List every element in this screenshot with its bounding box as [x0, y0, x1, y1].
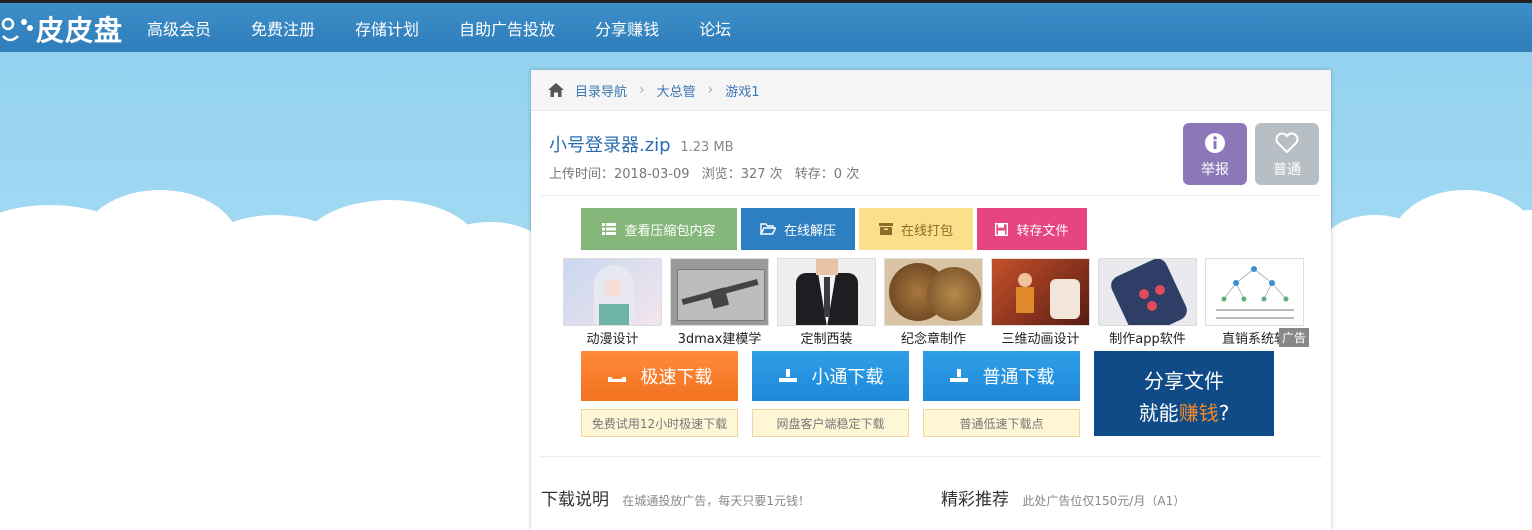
ad-item[interactable]: 纪念章制作: [880, 258, 987, 347]
fast-download-button[interactable]: 极速下载: [581, 351, 738, 401]
tool-label: 在线解压: [783, 223, 836, 239]
share-earn-banner[interactable]: 分享文件 就能赚钱?: [1094, 351, 1274, 436]
download-tray-icon: [607, 377, 626, 382]
normal-button[interactable]: 普通: [1255, 123, 1319, 185]
online-extract-button[interactable]: 在线解压: [741, 208, 855, 250]
client-download-button[interactable]: 小通下载: [752, 351, 909, 401]
ad-badge: 广告: [1279, 328, 1310, 347]
save-file-button[interactable]: 转存文件: [977, 208, 1087, 250]
fast-download: 极速下载 免费试用12小时极速下载: [581, 351, 738, 437]
tool-label: 查看压缩包内容: [624, 223, 716, 239]
ad-caption: 3dmax建模学: [677, 332, 762, 347]
download-notes-section: 下载说明 在城通投放广告，每天只要1元钱！: [541, 485, 810, 510]
download-note: 普通低速下载点: [923, 409, 1080, 437]
share-line1: 分享文件: [1144, 369, 1224, 393]
nav-storage-plan[interactable]: 存储计划: [355, 16, 419, 40]
ad-caption: 三维动画设计: [1001, 332, 1080, 347]
section-title: 下载说明: [541, 490, 609, 510]
tool-label: 转存文件: [1016, 223, 1069, 239]
breadcrumb-item[interactable]: 大总管: [657, 81, 696, 100]
view-archive-button[interactable]: 查看压缩包内容: [581, 208, 737, 250]
breadcrumb-item[interactable]: 目录导航: [575, 81, 627, 100]
tool-label: 在线打包: [900, 223, 953, 239]
upload-time: 上传时间：2018-03-09: [549, 167, 690, 182]
download-tray-icon: [949, 369, 968, 382]
breadcrumb-separator: ›: [707, 82, 714, 98]
heart-icon: [1275, 132, 1299, 154]
ad-caption: 纪念章制作: [900, 332, 966, 347]
ad-caption: 动漫设计: [586, 332, 639, 347]
online-pack-button[interactable]: 在线打包: [859, 208, 973, 250]
client-download: 小通下载 网盘客户端稳定下载: [752, 351, 909, 437]
download-label: 极速下载: [640, 367, 713, 388]
ad-item[interactable]: 制作app软件: [1094, 258, 1201, 347]
breadcrumb-separator: ›: [639, 82, 645, 98]
download-label: 普通下载: [982, 367, 1055, 388]
download-buttons: 极速下载 免费试用12小时极速下载 小通下载 网盘客户端稳定下载 普通下载 普通…: [581, 351, 1094, 437]
nav-register[interactable]: 免费注册: [251, 16, 315, 40]
save-count: 转存：0 次: [794, 167, 860, 182]
folder-open-icon: [759, 223, 776, 235]
breadcrumb-item[interactable]: 游戏1: [725, 81, 759, 100]
ad-image: [1098, 258, 1197, 326]
logo-text: 皮皮盘: [36, 14, 124, 47]
divider: [541, 456, 1321, 457]
ad-image: [777, 258, 876, 326]
ad-image: [884, 258, 983, 326]
download-note: 网盘客户端稳定下载: [752, 409, 909, 437]
file-meta: 上传时间：2018-03-09 浏览：327 次 转存：0 次: [549, 163, 867, 182]
tool-buttons: 查看压缩包内容 在线解压 在线打包 转存文件: [581, 208, 1091, 250]
report-label: 举报: [1201, 162, 1229, 178]
ad-caption: 制作app软件: [1109, 332, 1186, 347]
save-icon: [995, 222, 1009, 236]
ad-item[interactable]: 3dmax建模学: [666, 258, 773, 347]
report-button[interactable]: 举报: [1183, 123, 1247, 185]
ad-item[interactable]: 三维动画设计: [987, 258, 1094, 347]
ad-item[interactable]: 定制西装: [773, 258, 880, 347]
main-nav: 高级会员 免费注册 存储计划 自助广告投放 分享赚钱 论坛: [147, 3, 771, 52]
section-subtitle[interactable]: 在城通投放广告，每天只要1元钱！: [622, 494, 810, 508]
normal-download-button[interactable]: 普通下载: [923, 351, 1080, 401]
logo[interactable]: 皮皮盘: [0, 11, 123, 47]
list-icon: [602, 223, 617, 235]
normal-label: 普通: [1273, 162, 1301, 178]
top-nav-bar: 皮皮盘 高级会员 免费注册 存储计划 自助广告投放 分享赚钱 论坛: [0, 0, 1532, 52]
nav-self-ads[interactable]: 自助广告投放: [459, 16, 555, 40]
file-name: 小号登录器.zip: [549, 135, 671, 156]
nav-share-earn[interactable]: 分享赚钱: [595, 16, 659, 40]
ad-caption: 定制西装: [800, 332, 853, 347]
download-label: 小通下载: [811, 367, 884, 388]
normal-download: 普通下载 普通低速下载点: [923, 351, 1080, 437]
info-icon: [1205, 133, 1225, 153]
file-size: 1.23 MB: [680, 140, 734, 155]
box-icon: [878, 223, 893, 235]
nav-forum[interactable]: 论坛: [699, 16, 731, 40]
ad-image: [1205, 258, 1304, 326]
section-title: 精彩推荐: [941, 490, 1009, 510]
view-count: 浏览：327 次: [701, 167, 783, 182]
download-tray-icon: [778, 369, 797, 382]
share-line2: 就能赚钱?: [1138, 401, 1230, 425]
paw-logo-icon: [1, 17, 33, 42]
file-panel: 目录导航 › 大总管 › 游戏1 小号登录器.zip 1.23 MB 上传时间：…: [531, 70, 1331, 530]
ad-image: [670, 258, 769, 326]
file-title: 小号登录器.zip 1.23 MB: [549, 131, 734, 157]
ad-strip: 动漫设计 3dmax建模学 定制西装 纪念章制作 三维动画设计 制作app软件 …: [559, 258, 1308, 347]
ad-image: [563, 258, 662, 326]
home-icon[interactable]: [547, 82, 565, 98]
breadcrumb: 目录导航 › 大总管 › 游戏1: [531, 70, 1331, 111]
ad-image: [991, 258, 1090, 326]
divider: [541, 195, 1321, 196]
recommend-section: 精彩推荐 此处广告位仅150元/月（A1）: [941, 485, 1185, 510]
section-subtitle[interactable]: 此处广告位仅150元/月（A1）: [1022, 494, 1185, 508]
download-note: 免费试用12小时极速下载: [581, 409, 738, 437]
ad-item[interactable]: 动漫设计: [559, 258, 666, 347]
nav-vip[interactable]: 高级会员: [147, 16, 211, 40]
